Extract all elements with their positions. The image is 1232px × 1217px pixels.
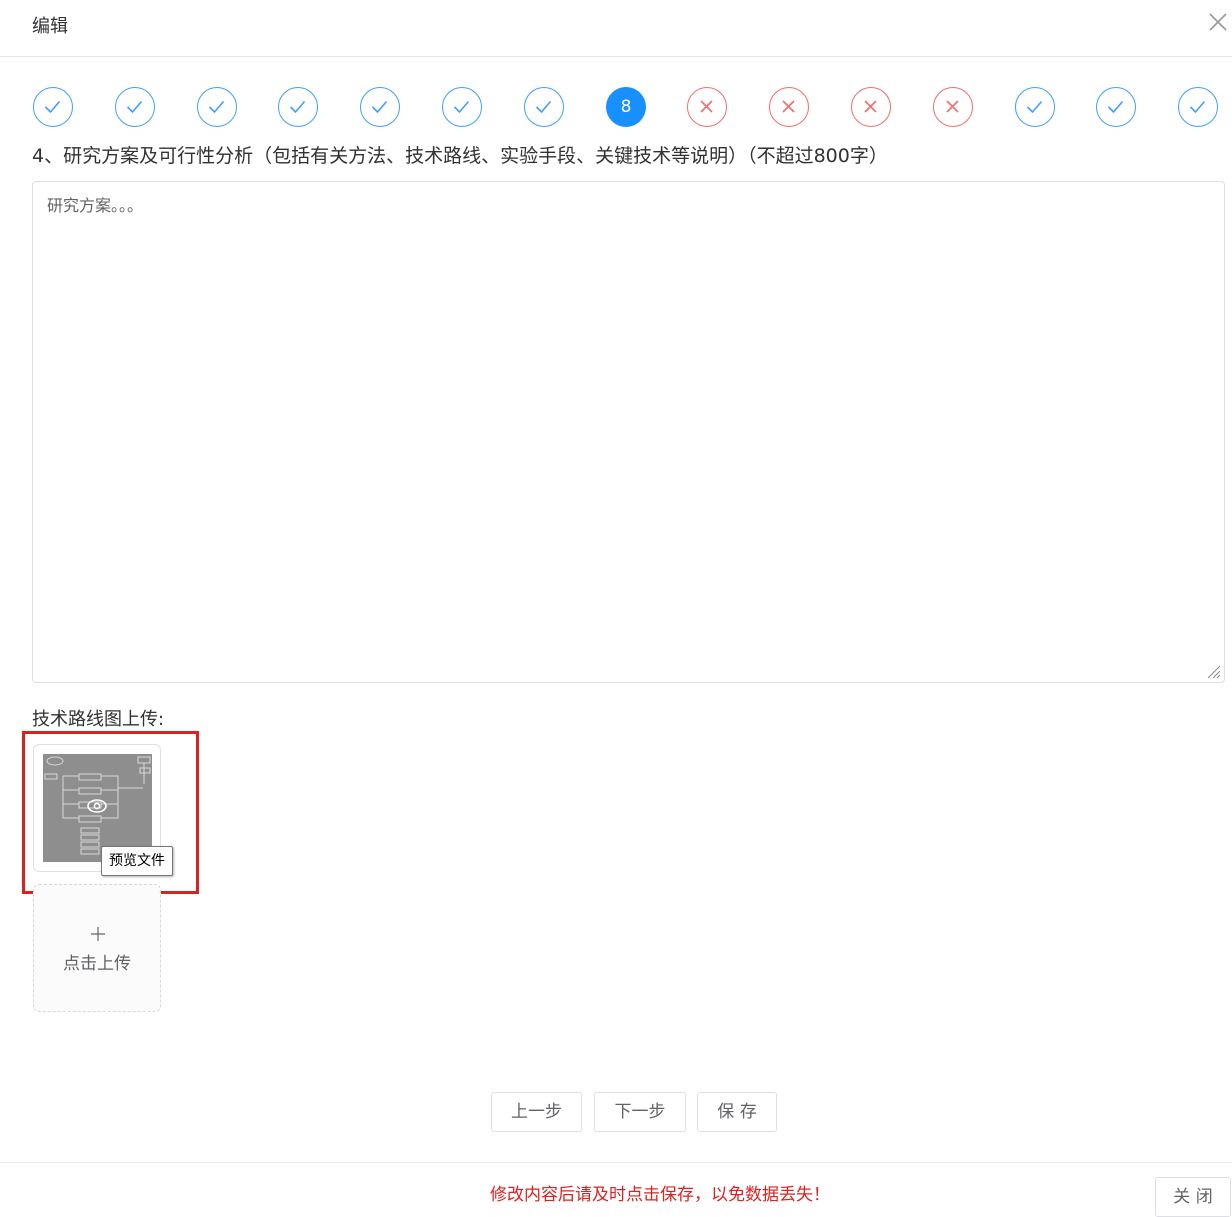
check-icon xyxy=(453,100,470,114)
check-icon xyxy=(1107,100,1124,114)
preview-tooltip: 预览文件 xyxy=(101,846,173,876)
question-title: 4、研究方案及可行性分析（包括有关方法、技术路线、实验手段、关键技术等说明）（不… xyxy=(32,145,888,167)
cross-icon xyxy=(782,100,795,113)
step-3[interactable] xyxy=(197,87,237,127)
answer-text: 研究方案。。。 xyxy=(47,196,144,215)
step-1[interactable] xyxy=(33,87,73,127)
next-step-button[interactable]: 下一步 xyxy=(594,1092,686,1132)
check-icon xyxy=(44,100,61,114)
step-9[interactable] xyxy=(687,87,727,127)
check-icon xyxy=(371,100,388,114)
step-indicator: 8 xyxy=(0,84,1232,130)
step-7[interactable] xyxy=(524,87,564,127)
cross-icon xyxy=(864,100,877,113)
step-13[interactable] xyxy=(1015,87,1055,127)
plus-icon xyxy=(91,927,105,941)
resize-handle-icon[interactable] xyxy=(1205,663,1221,679)
step-15[interactable] xyxy=(1178,87,1218,127)
close-icon[interactable] xyxy=(1206,10,1230,34)
check-icon xyxy=(208,100,225,114)
check-icon xyxy=(535,100,552,114)
upload-button-label: 点击上传 xyxy=(63,954,131,974)
answer-textarea[interactable]: 研究方案。。。 xyxy=(32,181,1225,683)
dialog-footer: 修改内容后请及时点击保存，以免数据丢失！ 关 闭 xyxy=(0,1162,1232,1217)
step-10[interactable] xyxy=(769,87,809,127)
check-icon xyxy=(1189,100,1206,114)
step-2[interactable] xyxy=(115,87,155,127)
cross-icon xyxy=(946,100,959,113)
save-button[interactable]: 保 存 xyxy=(697,1092,777,1132)
dialog-header: 编辑 xyxy=(0,0,1232,57)
cross-icon xyxy=(700,100,713,113)
check-icon xyxy=(1026,100,1043,114)
step-5[interactable] xyxy=(360,87,400,127)
step-14[interactable] xyxy=(1096,87,1136,127)
check-icon xyxy=(126,100,143,114)
step-8[interactable]: 8 xyxy=(606,87,646,127)
dialog-title: 编辑 xyxy=(32,16,68,37)
step-4[interactable] xyxy=(278,87,318,127)
eye-icon[interactable] xyxy=(85,794,109,818)
prev-step-button[interactable]: 上一步 xyxy=(491,1092,582,1132)
upload-label: 技术路线图上传: xyxy=(32,709,165,730)
step-12[interactable] xyxy=(933,87,973,127)
save-warning-text: 修改内容后请及时点击保存，以免数据丢失！ xyxy=(490,1185,830,1205)
close-button[interactable]: 关 闭 xyxy=(1155,1177,1231,1217)
step-6[interactable] xyxy=(442,87,482,127)
check-icon xyxy=(289,100,306,114)
upload-button[interactable]: 点击上传 xyxy=(33,884,161,1012)
step-11[interactable] xyxy=(851,87,891,127)
